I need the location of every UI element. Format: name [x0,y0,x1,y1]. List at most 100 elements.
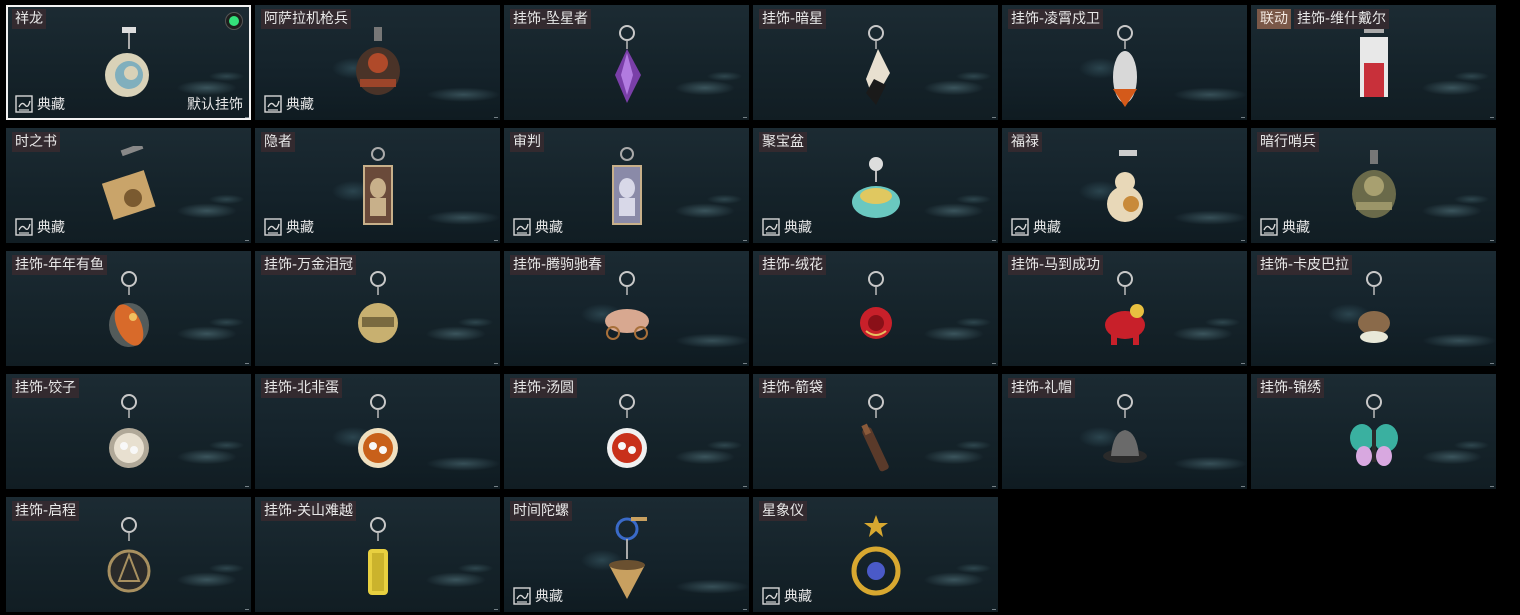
charm-card[interactable]: 挂饰-凌霄戍卫 [1002,5,1247,120]
astrolabe-icon [836,515,916,607]
charm-title: 挂饰-启程 [12,501,80,521]
charm-card[interactable]: 挂饰-饺子 [6,374,251,489]
charm-card[interactable]: 挂饰-坠星者 [504,5,749,120]
charm-title: 福禄 [1008,132,1042,152]
coin-crown-icon [338,269,418,361]
charm-title: 星象仪 [759,501,807,521]
charm-card[interactable]: 时之书 典藏 [6,128,251,243]
charm-title: 挂饰-马到成功 [1008,255,1104,275]
hat-icon [1085,392,1165,484]
charm-type-label: 挂饰 [15,257,43,273]
charm-name: 挂饰-坠星者 [510,9,592,29]
charm-name-text: 暗星 [795,11,824,27]
charm-card[interactable]: 聚宝盆 典藏 [753,128,998,243]
collection-icon [264,95,282,113]
charm-name: 阿萨拉机枪兵 [261,9,351,29]
collection-label: 典藏 [535,589,563,605]
charm-type-label: 挂饰 [513,257,541,273]
charm-title: 挂饰-年年有鱼 [12,255,108,275]
charm-title: 挂饰-卡皮巴拉 [1257,255,1353,275]
collection-icon [1260,218,1278,236]
butterfly-icon [1334,392,1414,484]
charm-name: 挂饰-万金泪冠 [261,255,357,275]
charm-title: 挂饰-锦绣 [1257,378,1325,398]
charm-name: 时间陀螺 [510,501,572,521]
charm-card[interactable]: 挂饰-马到成功 [1002,251,1247,366]
charm-card[interactable]: 挂饰-年年有鱼 [6,251,251,366]
charm-name: 挂饰-礼帽 [1008,378,1076,398]
charm-card[interactable]: 星象仪典藏 [753,497,998,612]
collection-label: 典藏 [286,220,314,236]
charm-card[interactable]: 挂饰-礼帽 [1002,374,1247,489]
charm-card[interactable]: 阿萨拉机枪兵 典藏 [255,5,500,120]
charm-card[interactable]: 挂饰-北非蛋 [255,374,500,489]
collection-label: 典藏 [784,589,812,605]
charm-name: 挂饰-启程 [12,501,80,521]
collection-icon [264,218,282,236]
charm-type-label: 挂饰 [1260,257,1288,273]
charm-name: 挂饰-锦绣 [1257,378,1325,398]
tangyuan-icon [587,392,667,484]
charm-name: 挂饰-绒花 [759,255,827,275]
charm-type-label: 挂饰 [1011,380,1039,396]
charm-title: 隐者 [261,132,295,152]
card-tag-icon [1334,23,1414,115]
charm-card[interactable]: 隐者典藏 [255,128,500,243]
charm-card[interactable]: 审判 典藏 [504,128,749,243]
charm-name-text: 锦绣 [1293,380,1322,396]
charm-card[interactable]: 挂饰-关山难越 [255,497,500,612]
charm-card[interactable]: 福禄 典藏 [1002,128,1247,243]
charm-name: 挂饰-暗星 [759,9,827,29]
charm-card[interactable]: 联动 挂饰-维什戴尔 [1251,5,1496,120]
charm-type-label: 挂饰 [264,257,292,273]
charm-name-text: 马到成功 [1044,257,1101,273]
charm-name-text: 启程 [48,503,77,519]
charm-type-label: 挂饰 [15,380,43,396]
charm-name: 暗行哨兵 [1257,132,1319,152]
default-charm-label: 默认挂饰 [187,97,243,113]
charm-grid: 祥龙 典藏 默认挂饰 阿萨拉机枪兵 典藏 挂饰-坠星者 挂饰-暗星 挂饰-凌霄戍卫 联动 挂饰-维… [6,5,1500,615]
charm-type-label: 挂饰 [1011,257,1039,273]
charm-name: 挂饰-腾驹驰春 [510,255,606,275]
charm-card[interactable]: 挂饰-启程 [6,497,251,612]
charm-card[interactable]: 挂饰-锦绣 [1251,374,1496,489]
charm-name: 挂饰-维什戴尔 [1294,9,1390,29]
charm-card[interactable]: 暗行哨兵 典藏 [1251,128,1496,243]
carriage-icon [587,269,667,361]
charm-card[interactable]: 挂饰-卡皮巴拉 [1251,251,1496,366]
dragon-charm-icon [89,23,169,115]
charm-name-text: 汤圆 [546,380,575,396]
charm-title: 聚宝盆 [759,132,807,152]
charm-card[interactable]: 挂饰-腾驹驰春 [504,251,749,366]
charm-title: 挂饰-坠星者 [510,9,592,29]
collection-icon [762,218,780,236]
charm-name-text: 箭袋 [795,380,824,396]
charm-name-text: 礼帽 [1044,380,1073,396]
charm-title: 挂饰-腾驹驰春 [510,255,606,275]
charm-title: 挂饰-暗星 [759,9,827,29]
dumpling-icon [89,392,169,484]
charm-card[interactable]: 挂饰-暗星 [753,5,998,120]
charm-name-text: 卡皮巴拉 [1293,257,1350,273]
charm-type-label: 挂饰 [1011,11,1039,27]
collection-badge: 典藏 [264,94,314,114]
charm-name: 时之书 [12,132,60,152]
charm-card[interactable]: 挂饰-绒花 [753,251,998,366]
charm-card[interactable]: 挂饰-万金泪冠 [255,251,500,366]
charm-type-label: 挂饰 [762,257,790,273]
charm-card[interactable]: 挂饰-箭袋 [753,374,998,489]
charm-title: 祥龙 [12,9,46,29]
charm-title: 联动 挂饰-维什戴尔 [1257,9,1390,29]
charm-card[interactable]: 祥龙典藏 默认挂饰 [6,5,251,120]
charm-card[interactable]: 时间陀螺典藏 [504,497,749,612]
charm-name: 星象仪 [759,501,807,521]
charm-name: 挂饰-箭袋 [759,378,827,398]
charm-card[interactable]: 挂饰-汤圆 [504,374,749,489]
charm-name-text: 饺子 [48,380,77,396]
charm-name: 挂饰-卡皮巴拉 [1257,255,1353,275]
charm-title: 时之书 [12,132,60,152]
collection-badge: 典藏 [15,94,65,114]
charm-name: 隐者 [261,132,295,152]
charm-type-label: 挂饰 [264,503,292,519]
quiver-icon [836,392,916,484]
